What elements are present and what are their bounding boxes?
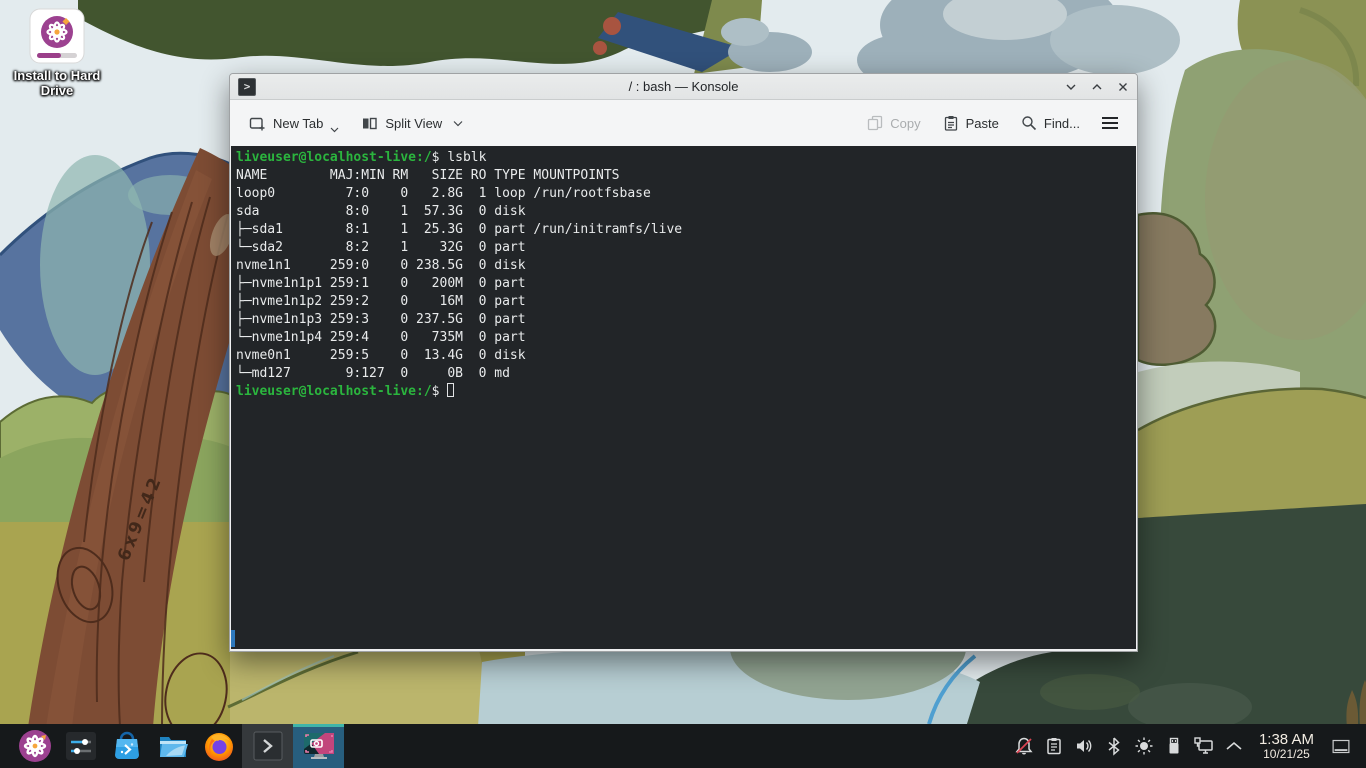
maximize-icon[interactable] — [1091, 81, 1103, 93]
terminal-line: liveuser@localhost-live:/$ lsblk — [236, 150, 487, 165]
spectacle-icon — [303, 733, 334, 759]
usb-device-icon — [1169, 737, 1179, 754]
taskbar-files-button[interactable] — [150, 724, 196, 768]
hamburger-icon — [1102, 117, 1118, 129]
taskbar-discover-button[interactable] — [104, 724, 150, 768]
firefox-icon — [205, 733, 233, 761]
discover-icon — [115, 731, 139, 759]
search-icon — [1022, 116, 1036, 131]
chevron-down-icon — [330, 127, 339, 133]
konsole-window: > / : bash — Konsole New Tab Split View — [229, 73, 1138, 652]
terminal-line: └─md127 9:127 0 0B 0 md — [236, 366, 518, 381]
speaker-icon — [1076, 740, 1092, 752]
find-button[interactable]: Find... — [1012, 107, 1089, 139]
scrollbar-indicator[interactable] — [231, 630, 235, 647]
tray-expander-button[interactable] — [1221, 724, 1247, 768]
terminal-line: NAME MAJ:MIN RM SIZE RO TYPE MOUNTPOINTS — [236, 168, 620, 183]
network-button[interactable] — [1191, 724, 1217, 768]
split-view-button[interactable]: Split View — [352, 107, 472, 139]
terminal-line: nvme1n1 259:0 0 238.5G 0 disk — [236, 258, 534, 273]
terminal-line: nvme0n1 259:5 0 13.4G 0 disk — [236, 348, 534, 363]
bluetooth-icon — [1108, 737, 1120, 756]
terminal-line: liveuser@localhost-live:/$ — [236, 383, 1136, 401]
terminal-line: ├─nvme1n1p1 259:1 0 200M 0 part — [236, 276, 534, 291]
toolbar: New Tab Split View Copy Paste Find... — [230, 100, 1137, 146]
chevron-down-icon — [453, 120, 463, 126]
window-title: / : bash — Konsole — [628, 79, 739, 94]
konsole-app-icon: > — [238, 77, 256, 96]
terminal-line: ├─nvme1n1p3 259:3 0 237.5G 0 part — [236, 312, 534, 327]
copy-icon — [868, 115, 883, 131]
new-tab-button[interactable]: New Tab — [240, 107, 348, 139]
brightness-button[interactable] — [1131, 724, 1157, 768]
terminal-line: loop0 7:0 0 2.8G 1 loop /run/rootfsbase — [236, 186, 651, 201]
task-konsole[interactable] — [242, 724, 293, 768]
installer-icon — [29, 8, 85, 64]
show-desktop-button[interactable] — [1326, 724, 1356, 768]
desktop: 6x9=42 Install to Hard Drive > /: bash … — [0, 0, 1366, 768]
brightness-sun-icon — [1135, 737, 1153, 755]
taskbar: 1:38 AM 10/21/25 — [0, 724, 1366, 768]
volume-button[interactable] — [1071, 724, 1097, 768]
taskbar-settings-button[interactable] — [58, 724, 104, 768]
menu-button[interactable] — [1093, 107, 1127, 139]
minimize-icon[interactable] — [1065, 81, 1077, 93]
bell-dnd-icon — [1015, 737, 1033, 755]
task-spectacle[interactable] — [293, 724, 344, 768]
clock-time: 1:38 AM — [1258, 730, 1314, 748]
chevron-up-icon — [1226, 741, 1242, 750]
terminal-output: liveuser@localhost-live:/$ lsblk NAME MAJ… — [236, 149, 1136, 401]
system-tray: 1:38 AM 10/21/25 — [1011, 724, 1366, 768]
titlebar[interactable]: > / : bash — Konsole — [230, 74, 1137, 100]
terminal-line: sda 8:0 1 57.3G 0 disk — [236, 204, 534, 219]
close-icon[interactable] — [1117, 81, 1129, 93]
clock[interactable]: 1:38 AM 10/21/25 — [1251, 732, 1322, 760]
taskbar-firefox-button[interactable] — [196, 724, 242, 768]
terminal-line: ├─sda1 8:1 1 25.3G 0 part /run/initramfs… — [236, 222, 683, 237]
terminal-line: └─nvme1n1p4 259:4 0 735M 0 part — [236, 330, 534, 345]
network-icon — [1194, 737, 1213, 754]
konsole-icon — [253, 731, 282, 761]
app-launcher-button[interactable] — [12, 724, 58, 768]
terminal-line: ├─nvme1n1p2 259:2 0 16M 0 part — [236, 294, 534, 309]
split-view-icon — [363, 117, 378, 129]
clock-date: 10/21/25 — [1263, 746, 1310, 761]
desktop-icon-label: Install to Hard Drive — [13, 68, 101, 98]
clipboard-button[interactable] — [1041, 724, 1067, 768]
system-settings-icon — [66, 732, 96, 760]
bluetooth-button[interactable] — [1101, 724, 1127, 768]
terminal-cursor — [447, 383, 455, 397]
terminal[interactable]: liveuser@localhost-live:/$ lsblk NAME MAJ… — [231, 146, 1136, 649]
fedora-launcher-icon — [19, 730, 51, 762]
removable-device-button[interactable] — [1161, 724, 1187, 768]
notifications-dnd-button[interactable] — [1011, 724, 1037, 768]
clipboard-icon — [1047, 738, 1061, 755]
paste-icon — [944, 116, 957, 131]
show-desktop-icon — [1332, 739, 1350, 753]
terminal-line: └─sda2 8:2 1 32G 0 part — [236, 240, 534, 255]
paste-button[interactable]: Paste — [934, 107, 1008, 139]
new-tab-icon — [249, 117, 265, 130]
desktop-icon-install[interactable]: Install to Hard Drive — [12, 8, 102, 98]
dolphin-folder-icon — [160, 737, 188, 757]
copy-button[interactable]: Copy — [858, 107, 929, 139]
